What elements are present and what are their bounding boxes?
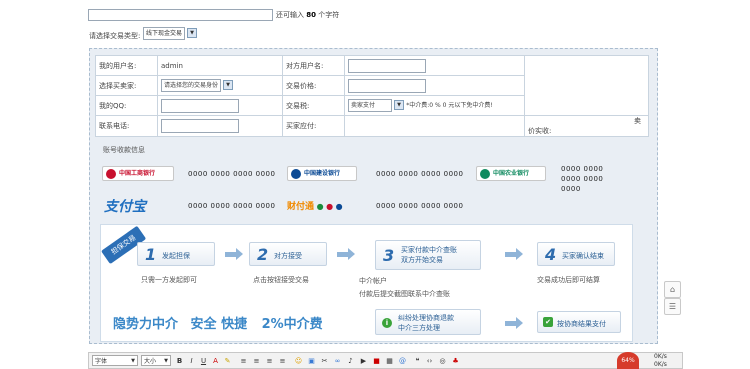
at-icon[interactable]: @ <box>398 356 407 366</box>
price-label: 交易价格: <box>282 75 345 96</box>
dispute-result-box: ✔ 按协商结果支付 <box>537 311 621 333</box>
link-icon[interactable]: ∞ <box>333 356 342 366</box>
image-icon[interactable]: ▣ <box>307 356 316 366</box>
highlight-icon[interactable]: ✎ <box>223 356 232 366</box>
dispute-box: i 纠纷处理协商退款 中介三方处理 <box>375 309 481 335</box>
download-speed: 0K/s <box>654 361 667 368</box>
alipay-logo: 支付宝 <box>104 199 146 215</box>
abc-logo: 中国农业银行 <box>476 166 546 181</box>
qq-label: 我的QQ: <box>95 95 158 116</box>
flash-icon[interactable]: ■ <box>372 356 381 366</box>
qq-input[interactable] <box>161 98 239 113</box>
role-label: 选择买卖家: <box>95 75 158 96</box>
chevron-down-icon: ▼ <box>131 358 135 364</box>
my-user-label: 我的用户名: <box>95 55 158 76</box>
trade-type-label: 请选择交易类型: <box>89 32 141 40</box>
step-2-desc: 点击按钮接受交易 <box>253 276 309 284</box>
back-to-top-button[interactable]: ⌂ <box>664 281 681 298</box>
trade-form: 我的用户名: admin 对方用户名: 选择买卖家: 请选择您的交易身份 ▼ 交易… <box>95 55 649 137</box>
ccb-icon <box>291 169 301 179</box>
step-2: 2 对方接受 <box>249 242 327 266</box>
trade-type-select[interactable]: 线下现金交易 ▼ <box>143 27 198 40</box>
font-select[interactable]: 字体 ▼ <box>92 355 138 366</box>
char-counter: 还可输入 80 个字符 <box>276 11 340 19</box>
editor-toolbar: 字体 ▼ 大小 ▼ B I U A ✎ ≡ ≡ ≡ ≡ ☺ ▣ ✂ ∞ ♪ ▶ ■ … <box>88 352 683 369</box>
phone-input[interactable] <box>161 119 239 133</box>
emoji-icon[interactable]: ☺ <box>294 356 303 366</box>
bold-button[interactable]: B <box>175 356 184 366</box>
icbc-icon <box>106 169 116 179</box>
other-user-input[interactable] <box>348 58 426 73</box>
ccb-account: 0000 0000 0000 0000 <box>376 170 464 178</box>
step-4: 4 买家确认结束 <box>537 242 615 266</box>
seller-get-label: 卖价实收: <box>528 117 641 135</box>
hide-icon[interactable]: ◎ <box>438 356 447 366</box>
upload-speed: 0K/s <box>654 353 667 360</box>
chevron-down-icon: ▼ <box>394 100 404 110</box>
role-select[interactable]: 请选择您的交易身份 ▼ <box>161 79 234 92</box>
info-icon: i <box>382 318 392 328</box>
music-icon[interactable]: ♪ <box>346 356 355 366</box>
other-user-label: 对方用户名: <box>282 55 345 76</box>
tenpay-account: 0000 0000 0000 0000 <box>376 202 464 210</box>
my-user-value: admin <box>157 55 283 76</box>
video-icon[interactable]: ▶ <box>359 356 368 366</box>
align-justify-icon[interactable]: ≡ <box>278 356 287 366</box>
align-center-icon[interactable]: ≡ <box>252 356 261 366</box>
user-icon[interactable]: ♣ <box>451 356 460 366</box>
slogan: 隐势力中介 安全 快捷 2%中介费 <box>113 317 323 332</box>
ccb-logo: 中国建设银行 <box>287 166 357 181</box>
icbc-logo: 中国工商银行 <box>102 166 174 181</box>
step-4-desc: 交易成功后即可结算 <box>537 276 600 284</box>
list-button[interactable]: ☰ <box>664 298 681 315</box>
step-3-desc: 中介帐户 付款后提交截图联系中介查账 <box>359 277 450 298</box>
chevron-down-icon: ▼ <box>164 358 168 364</box>
check-icon: ✔ <box>543 317 553 327</box>
quote-icon[interactable]: ❝ <box>413 356 422 366</box>
abc-icon <box>480 169 490 179</box>
chevron-down-icon: ▼ <box>187 27 198 38</box>
step-1: 1 发起担保 <box>137 242 215 266</box>
icbc-account: 0000 0000 0000 0000 <box>188 170 276 178</box>
speed-badge[interactable]: 64% <box>617 352 639 369</box>
attachment-icon[interactable]: ✂ <box>320 356 329 366</box>
fee-select[interactable]: 卖家支付 ▼ <box>348 99 404 112</box>
escrow-flow: 担保交易 1 发起担保 只需一方发起即可 2 对方接受 点击按钮接受交易 3 买… <box>100 224 633 342</box>
step-1-desc: 只需一方发起即可 <box>141 276 197 284</box>
price-input[interactable] <box>348 78 426 93</box>
payment-icons: ● ● ● <box>316 202 343 211</box>
align-left-icon[interactable]: ≡ <box>239 356 248 366</box>
table-icon[interactable]: ▦ <box>385 356 394 366</box>
abc-account: 0000 0000 0000 0000 0000 <box>561 165 604 193</box>
step-3: 3 买家付款中介查账 双方开始交易 <box>375 240 481 270</box>
italic-button[interactable]: I <box>187 356 196 366</box>
fee-note: *中介费:0 % 0 元以下免中介费! <box>406 102 493 109</box>
underline-button[interactable]: U <box>199 356 208 366</box>
font-color-button[interactable]: A <box>211 356 220 366</box>
size-select[interactable]: 大小 ▼ <box>141 355 171 366</box>
phone-label: 联系电话: <box>95 115 158 137</box>
subject-input[interactable] <box>88 9 273 21</box>
alipay-account: 0000 0000 0000 0000 <box>188 202 276 210</box>
char-counter-value: 80 <box>306 11 316 19</box>
buyer-pay-label: 买家应付: <box>282 115 345 137</box>
code-icon[interactable]: ‹› <box>425 356 434 366</box>
align-right-icon[interactable]: ≡ <box>265 356 274 366</box>
chevron-down-icon: ▼ <box>223 80 234 90</box>
fee-label: 交易税: <box>282 95 345 116</box>
tenpay-logo: 财付通 ● ● ● <box>287 202 343 212</box>
accounts-title: 账号收款信息 <box>103 146 145 154</box>
